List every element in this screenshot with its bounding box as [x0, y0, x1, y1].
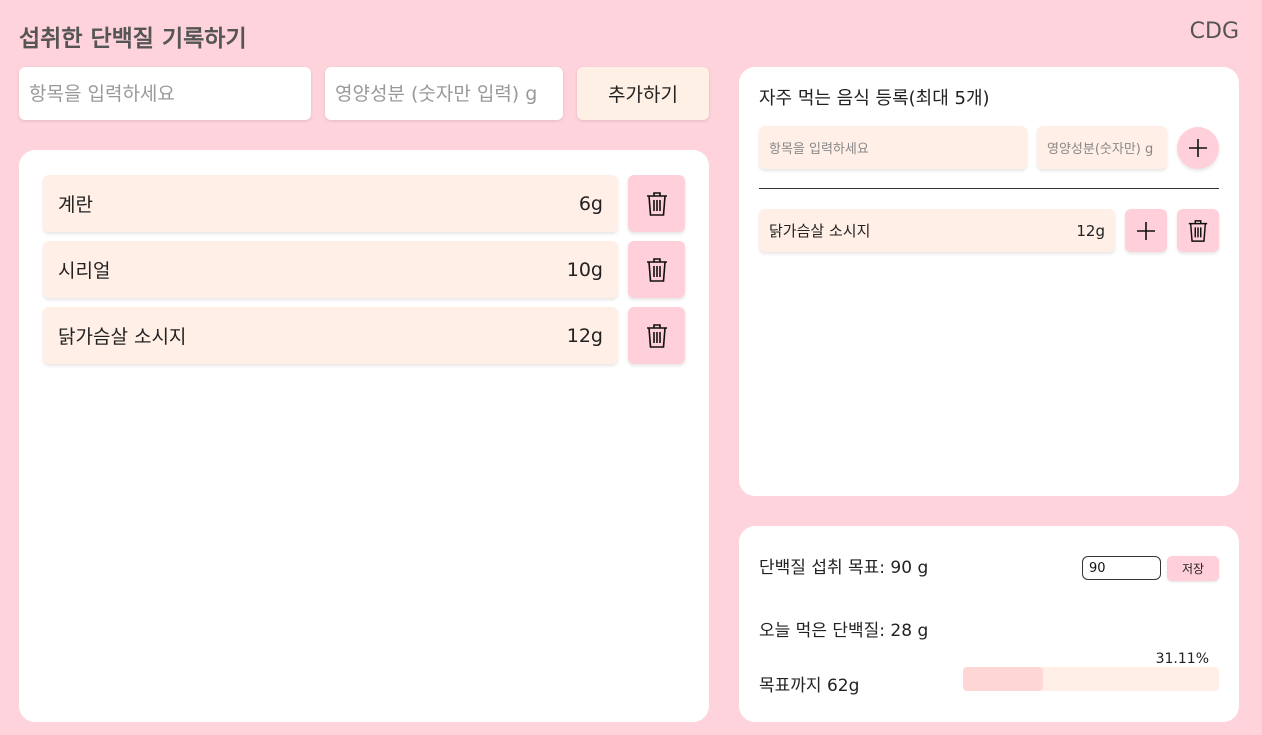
goal-card: 단백질 섭취 목표: 90 g 저장 오늘 먹은 단백질: 28 g 31.11…: [739, 526, 1239, 722]
trash-icon: [1188, 219, 1208, 242]
entry-name: 계란: [58, 194, 93, 216]
remaining-text: 목표까지 62g: [759, 676, 860, 696]
favorites-title: 자주 먹는 음식 등록(최대 5개): [759, 88, 990, 109]
progress-percent: 31.11%: [1155, 651, 1209, 667]
favorites-card: 자주 먹는 음식 등록(최대 5개) 항목을 입력하세요 영양성분(숫자만) g…: [739, 67, 1239, 496]
user-name: CDG: [1189, 19, 1239, 44]
delete-entry-button[interactable]: [628, 241, 685, 298]
goal-input[interactable]: [1082, 556, 1161, 580]
favorite-nutrient-input[interactable]: 영양성분(숫자만) g: [1037, 126, 1167, 169]
entry-amount: 12g: [566, 324, 603, 347]
save-goal-button[interactable]: 저장: [1167, 556, 1219, 581]
item-input[interactable]: [19, 67, 311, 120]
plus-icon: [1189, 139, 1207, 157]
favorite-name: 닭가슴살 소시지: [769, 222, 871, 240]
favorite-amount: 12g: [1076, 221, 1105, 240]
add-favorite-button[interactable]: [1177, 127, 1219, 169]
progress-bar: [963, 667, 1219, 691]
add-button[interactable]: 추가하기: [577, 67, 709, 120]
entry-name: 시리얼: [58, 260, 111, 282]
favorite-item: 닭가슴살 소시지 12g: [759, 209, 1219, 252]
entry-list-card: 계란 6g 시리얼 10g 닭가슴살 소시지 12g: [19, 150, 709, 722]
entry-pill: 계란 6g: [43, 175, 618, 232]
favorite-pill: 닭가슴살 소시지 12g: [759, 209, 1115, 252]
nutrient-input[interactable]: [325, 67, 563, 120]
entry-pill: 닭가슴살 소시지 12g: [43, 307, 618, 364]
divider: [759, 188, 1219, 189]
entry-amount: 10g: [566, 258, 603, 281]
trash-icon: [646, 191, 667, 216]
plus-icon: [1137, 221, 1155, 240]
today-intake-text: 오늘 먹은 단백질: 28 g: [759, 621, 929, 641]
add-favorite-to-today-button[interactable]: [1125, 209, 1167, 252]
delete-favorite-button[interactable]: [1177, 209, 1219, 252]
trash-icon: [646, 257, 667, 282]
trash-icon: [646, 323, 667, 348]
delete-entry-button[interactable]: [628, 307, 685, 364]
delete-entry-button[interactable]: [628, 175, 685, 232]
progress-fill: [963, 667, 1043, 691]
favorite-item-input[interactable]: 항목을 입력하세요: [759, 126, 1027, 169]
goal-text: 단백질 섭취 목표: 90 g: [759, 558, 929, 578]
entry-pill: 시리얼 10g: [43, 241, 618, 298]
app-title: 섭취한 단백질 기록하기: [19, 26, 247, 52]
entry-name: 닭가슴살 소시지: [58, 326, 187, 348]
entry-amount: 6g: [578, 192, 603, 215]
